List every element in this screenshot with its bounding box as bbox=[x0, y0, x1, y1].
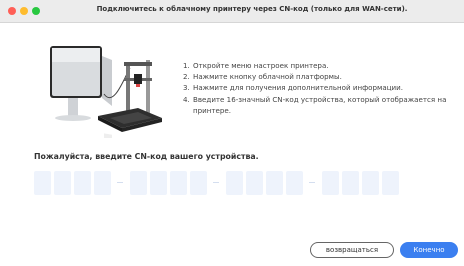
code-digit-field[interactable] bbox=[190, 171, 207, 195]
instruction-step: 2. Нажмите кнопку облачной платформы. bbox=[183, 71, 453, 82]
code-digit-field[interactable] bbox=[322, 171, 339, 195]
code-digit-field[interactable] bbox=[266, 171, 283, 195]
confirm-button[interactable]: Конечно bbox=[400, 242, 458, 258]
group-separator bbox=[117, 182, 123, 183]
code-digit-field[interactable] bbox=[54, 171, 71, 195]
instruction-step: 3. Нажмите для получения дополнительной … bbox=[183, 82, 453, 93]
code-digit-field[interactable] bbox=[362, 171, 379, 195]
back-button[interactable]: возвращаться bbox=[310, 242, 394, 258]
step-number: 1. bbox=[183, 61, 190, 70]
code-digit-field[interactable] bbox=[286, 171, 303, 195]
code-digit-field[interactable] bbox=[382, 171, 399, 195]
code-digit-field[interactable] bbox=[342, 171, 359, 195]
instruction-list: 1. Откройте меню настроек принтера. 2. Н… bbox=[183, 60, 453, 116]
code-digit-field[interactable] bbox=[130, 171, 147, 195]
instruction-step: 4. Введите 16-значный CN-код устройства,… bbox=[183, 94, 453, 116]
code-digit-field[interactable] bbox=[226, 171, 243, 195]
step-number: 2. bbox=[183, 72, 190, 82]
step-number: 4. bbox=[183, 94, 190, 104]
minimize-window-icon[interactable] bbox=[20, 7, 28, 15]
code-digit-field[interactable] bbox=[34, 171, 51, 195]
code-digit-field[interactable] bbox=[94, 171, 111, 195]
code-prompt-label: Пожалуйста, введите CN-код вашего устрой… bbox=[34, 152, 259, 161]
code-digit-field[interactable] bbox=[150, 171, 167, 195]
step-text: Введите 16-значный CN-код устройства, ко… bbox=[193, 94, 447, 115]
code-digit-field[interactable] bbox=[170, 171, 187, 195]
group-separator bbox=[309, 182, 315, 183]
instruction-step: 1. Откройте меню настроек принтера. bbox=[183, 60, 453, 71]
group-separator bbox=[213, 182, 219, 183]
maximize-window-icon[interactable] bbox=[32, 7, 40, 15]
title-bar: Подключитесь к облачному принтеру через … bbox=[0, 0, 464, 23]
close-window-icon[interactable] bbox=[8, 7, 16, 15]
window-title: Подключитесь к облачному принтеру через … bbox=[96, 5, 408, 13]
printer-illustration bbox=[50, 46, 162, 138]
code-digit-field[interactable] bbox=[74, 171, 91, 195]
step-number: 3. bbox=[183, 83, 190, 93]
step-text: Откройте меню настроек принтера. bbox=[193, 61, 329, 70]
code-digit-field[interactable] bbox=[246, 171, 263, 195]
monitor-icon bbox=[50, 46, 112, 121]
step-text: Нажмите кнопку облачной платформы. bbox=[193, 72, 342, 82]
step-text: Нажмите для получения дополнительной инф… bbox=[193, 83, 403, 93]
